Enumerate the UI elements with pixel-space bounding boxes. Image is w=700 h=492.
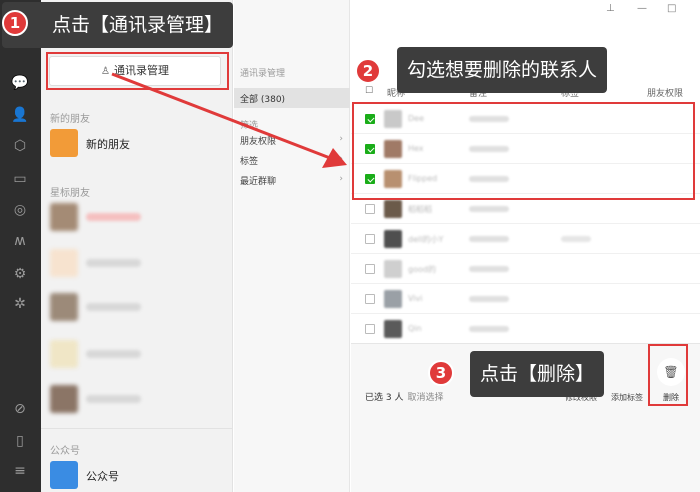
avatar bbox=[50, 340, 78, 368]
select-all-checkbox[interactable]: ☐ bbox=[365, 86, 373, 96]
list-item[interactable] bbox=[41, 198, 233, 238]
step1-badge: 1 bbox=[2, 10, 28, 36]
chevron-right-icon: › bbox=[339, 134, 343, 144]
row-checkbox[interactable] bbox=[365, 204, 375, 214]
search-icon[interactable]: ⚙ bbox=[11, 265, 29, 283]
highlight-delete-button bbox=[648, 344, 688, 406]
filter-panel: 通讯录管理 全部 (380) 筛选 朋友权限 › 标签 › 最近群聊 › bbox=[234, 0, 350, 492]
callout-step3-text: 点击【删除】 bbox=[480, 362, 595, 385]
cancel-selection-link[interactable]: 取消选择 bbox=[407, 393, 443, 403]
filter-all[interactable]: 全部 (380) bbox=[234, 88, 350, 108]
filter-section-title: 筛选 bbox=[240, 121, 259, 131]
row-nickname: 稻稻稻 bbox=[408, 205, 432, 214]
filter-recent-groups[interactable]: 最近群聊 bbox=[240, 174, 276, 187]
avatar bbox=[50, 385, 78, 413]
callout-step1-text: 点击【通讯录管理】 bbox=[52, 13, 224, 36]
selected-count: 已选 3 人 bbox=[365, 393, 404, 403]
minimize-icon[interactable]: — bbox=[637, 3, 647, 14]
blurred-name bbox=[86, 213, 141, 221]
avatar bbox=[384, 290, 402, 308]
blurred-name bbox=[86, 259, 141, 267]
left-nav-bar: 💬 👤 ⬡ ▭ ◎ ʍ ⚙ ✲ ⊘ ▯ ≡ bbox=[0, 0, 41, 492]
blurred-name bbox=[86, 395, 141, 403]
blurred-name bbox=[86, 303, 141, 311]
favorites-icon[interactable]: ⬡ bbox=[11, 137, 29, 155]
filter-all-label: 全部 (380) bbox=[240, 95, 286, 105]
highlight-manage-button bbox=[46, 52, 229, 90]
folder-icon[interactable]: ▭ bbox=[11, 170, 29, 188]
blurred-name bbox=[86, 350, 141, 358]
avatar bbox=[384, 260, 402, 278]
starred-section-title: 星标朋友 bbox=[50, 188, 90, 199]
selection-info: 已选 3 人取消选择 bbox=[365, 390, 443, 403]
channels-icon[interactable]: ʍ bbox=[11, 232, 29, 250]
callout-step2: 勾选想要删除的联系人 bbox=[397, 47, 608, 93]
moments-icon[interactable]: ◎ bbox=[11, 201, 29, 219]
table-row[interactable]: Vivi bbox=[351, 284, 700, 314]
highlight-selected-rows bbox=[352, 102, 695, 200]
official-accounts-icon bbox=[50, 461, 78, 489]
chevron-right-icon: › bbox=[339, 174, 343, 184]
phone-icon[interactable]: ▯ bbox=[11, 432, 29, 450]
new-friends-label: 新的朋友 bbox=[86, 138, 130, 151]
callout-step3: 点击【删除】 bbox=[470, 351, 605, 397]
table-row[interactable]: dell的小Y bbox=[351, 224, 700, 254]
official-accounts-label: 公众号 bbox=[86, 470, 119, 483]
row-remark bbox=[469, 236, 509, 242]
new-friends-item[interactable]: 新的朋友 bbox=[41, 124, 233, 164]
avatar bbox=[50, 203, 78, 231]
row-remark bbox=[469, 326, 509, 332]
maximize-icon[interactable]: □ bbox=[667, 3, 676, 14]
row-nickname: Vivi bbox=[408, 294, 423, 303]
avatar bbox=[384, 230, 402, 248]
avatar bbox=[384, 320, 402, 338]
row-checkbox[interactable] bbox=[365, 264, 375, 274]
list-item[interactable] bbox=[41, 244, 233, 284]
row-remark bbox=[469, 206, 509, 212]
list-item[interactable] bbox=[41, 380, 233, 420]
filter-tags[interactable]: 标签 bbox=[240, 154, 258, 167]
mini-program-icon[interactable]: ✲ bbox=[11, 295, 29, 313]
new-friends-icon bbox=[50, 129, 78, 157]
chevron-right-icon: › bbox=[339, 154, 343, 164]
row-checkbox[interactable] bbox=[365, 324, 375, 334]
row-remark bbox=[469, 296, 509, 302]
row-remark bbox=[469, 266, 509, 272]
menu-icon[interactable]: ≡ bbox=[11, 462, 29, 480]
callout-step2-text: 勾选想要删除的联系人 bbox=[407, 58, 598, 81]
step3-badge: 3 bbox=[428, 360, 454, 386]
callout-step1: 点击【通讯录管理】 bbox=[2, 2, 234, 48]
contacts-icon[interactable]: 👤 bbox=[11, 106, 29, 124]
list-item[interactable] bbox=[41, 288, 233, 328]
manager-title: 通讯录管理 bbox=[240, 69, 286, 79]
row-nickname: Qin bbox=[408, 324, 422, 333]
list-item[interactable] bbox=[41, 335, 233, 375]
row-tag bbox=[561, 236, 591, 242]
step2-badge: 2 bbox=[355, 58, 381, 84]
chat-icon[interactable]: 💬 bbox=[11, 74, 29, 92]
avatar bbox=[50, 293, 78, 321]
row-checkbox[interactable] bbox=[365, 234, 375, 244]
header-permission: 朋友权限 bbox=[647, 89, 684, 99]
filter-permission[interactable]: 朋友权限 bbox=[240, 134, 276, 147]
new-friends-section-title: 新的朋友 bbox=[50, 114, 90, 125]
row-checkbox[interactable] bbox=[365, 294, 375, 304]
pin-icon[interactable]: ⊥ bbox=[606, 3, 615, 14]
link-icon[interactable]: ⊘ bbox=[11, 400, 29, 418]
official-accounts-item[interactable]: 公众号 bbox=[41, 456, 233, 492]
divider bbox=[41, 428, 233, 429]
avatar bbox=[50, 249, 78, 277]
table-row[interactable]: good的 bbox=[351, 254, 700, 284]
add-tag-button[interactable]: 添加标签 bbox=[611, 392, 643, 403]
official-section-title: 公众号 bbox=[50, 446, 80, 457]
row-nickname: dell的小Y bbox=[408, 235, 444, 244]
table-row[interactable]: Qin bbox=[351, 314, 700, 344]
row-nickname: good的 bbox=[408, 265, 436, 274]
avatar bbox=[384, 200, 402, 218]
